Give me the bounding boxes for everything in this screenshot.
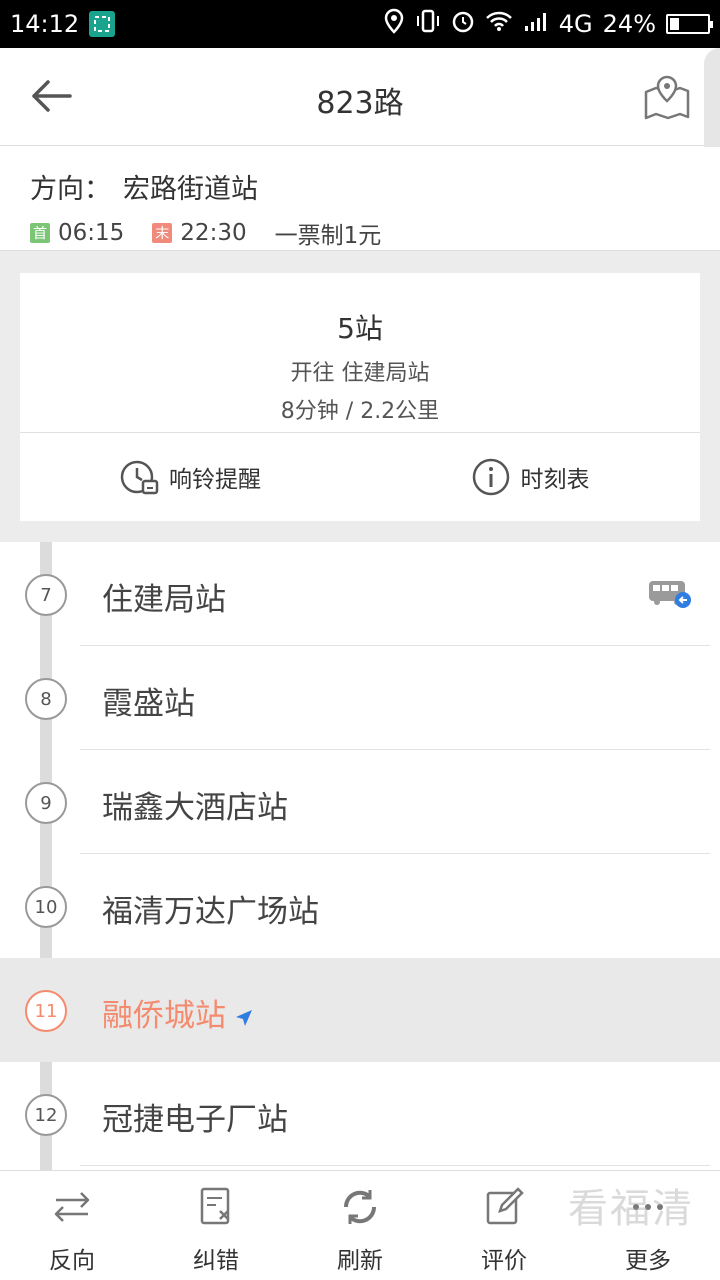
arrival-summary: 5站 开往 住建局站 8分钟 / 2.2公里 bbox=[20, 273, 700, 433]
last-bus-time: 22:30 bbox=[180, 220, 247, 246]
direction-destination: 宏路街道站 bbox=[123, 174, 258, 205]
stop-list[interactable]: 7 住建局站 8 霞盛站 9 瑞鑫大酒店站 10 福清万达广场站 11 融侨城站… bbox=[0, 542, 720, 1170]
top-app-bar: 823路 bbox=[0, 48, 720, 146]
battery-percent: 24% bbox=[602, 10, 656, 38]
vibrate-icon bbox=[415, 9, 441, 39]
alarm-clock-icon bbox=[120, 460, 159, 495]
divider bbox=[80, 1165, 710, 1166]
network-type: 4G bbox=[558, 10, 593, 38]
refresh-button[interactable]: 刷新 bbox=[288, 1171, 432, 1280]
reverse-label: 反向 bbox=[49, 1248, 95, 1274]
stop-name: 融侨城站 bbox=[102, 998, 226, 1034]
timetable-button[interactable]: 时刻表 bbox=[360, 433, 700, 521]
reverse-button[interactable]: 反向 bbox=[0, 1171, 144, 1280]
report-error-button[interactable]: 纠错 bbox=[144, 1171, 288, 1280]
stop-number: 10 bbox=[25, 886, 67, 928]
location-arrow-icon bbox=[236, 1009, 252, 1026]
stop-name: 霞盛站 bbox=[102, 686, 195, 722]
stop-number: 11 bbox=[25, 990, 67, 1032]
stop-item[interactable]: 7 住建局站 bbox=[0, 542, 720, 646]
info-icon bbox=[472, 458, 509, 496]
page-title: 823路 bbox=[316, 86, 404, 121]
direction-info: 方向： 宏路街道站 首 06:15 末 22:30 一票制1元 bbox=[0, 147, 720, 251]
stop-item-current[interactable]: 11 融侨城站 bbox=[0, 958, 720, 1062]
stop-item[interactable]: 9 瑞鑫大酒店站 bbox=[0, 750, 720, 854]
edit-rating-icon bbox=[486, 1187, 524, 1225]
stop-number: 12 bbox=[25, 1094, 67, 1136]
wifi-icon bbox=[485, 10, 513, 38]
first-bus-tag: 首 bbox=[30, 223, 50, 243]
status-bar: 14:12 4G 24% bbox=[0, 0, 720, 48]
alarm-reminder-label: 响铃提醒 bbox=[169, 467, 261, 493]
stop-item[interactable]: 8 霞盛站 bbox=[0, 646, 720, 750]
direction-line: 方向： 宏路街道站 bbox=[30, 167, 690, 206]
signal-icon bbox=[523, 10, 549, 38]
eta-distance: 8分钟 / 2.2公里 bbox=[280, 399, 440, 424]
bus-arriving-icon bbox=[648, 578, 692, 610]
battery-fill bbox=[670, 18, 679, 30]
status-time: 14:12 bbox=[10, 10, 80, 38]
arrival-section: 5站 开往 住建局站 8分钟 / 2.2公里 响铃提醒 时刻表 bbox=[0, 251, 720, 542]
alarm-reminder-button[interactable]: 响铃提醒 bbox=[20, 433, 360, 521]
stop-item[interactable]: 12 冠捷电子厂站 bbox=[0, 1062, 720, 1166]
battery-icon bbox=[666, 14, 713, 34]
rate-button[interactable]: 评价 bbox=[432, 1171, 576, 1280]
bus-heading: 开往 住建局站 bbox=[290, 361, 430, 386]
watermark: 看福清 bbox=[568, 1186, 694, 1232]
screenshot-notification-icon bbox=[89, 11, 116, 37]
stops-away: 5站 bbox=[337, 312, 383, 345]
stop-number: 7 bbox=[25, 574, 67, 616]
stop-name: 住建局站 bbox=[102, 582, 226, 618]
fare-info: 一票制1元 bbox=[274, 223, 382, 249]
more-label: 更多 bbox=[625, 1248, 671, 1274]
stop-name: 冠捷电子厂站 bbox=[102, 1102, 288, 1138]
card-actions: 响铃提醒 时刻表 bbox=[20, 433, 700, 521]
alarm-icon bbox=[451, 9, 475, 39]
report-document-icon bbox=[200, 1187, 230, 1225]
stop-number: 8 bbox=[25, 678, 67, 720]
arrival-card: 5站 开往 住建局站 8分钟 / 2.2公里 响铃提醒 时刻表 bbox=[20, 273, 700, 521]
refresh-label: 刷新 bbox=[337, 1248, 383, 1274]
stop-name-wrap: 融侨城站 bbox=[102, 990, 254, 1035]
direction-label: 方向： bbox=[30, 174, 111, 205]
stop-name: 瑞鑫大酒店站 bbox=[102, 790, 288, 826]
stop-item[interactable]: 10 福清万达广场站 bbox=[0, 854, 720, 958]
refresh-icon bbox=[343, 1190, 377, 1224]
map-pin-icon bbox=[644, 75, 690, 120]
timetable-label: 时刻表 bbox=[520, 467, 590, 493]
location-status-icon bbox=[383, 8, 405, 40]
service-hours: 首 06:15 末 22:30 一票制1元 bbox=[30, 216, 690, 250]
stop-name: 福清万达广场站 bbox=[102, 894, 319, 930]
stop-number: 9 bbox=[25, 782, 67, 824]
map-button[interactable] bbox=[642, 72, 692, 122]
report-error-label: 纠错 bbox=[193, 1248, 239, 1274]
swap-arrows-icon bbox=[54, 1192, 90, 1222]
first-bus-time: 06:15 bbox=[58, 220, 125, 246]
last-bus-tag: 末 bbox=[152, 223, 173, 243]
rate-label: 评价 bbox=[481, 1248, 527, 1274]
